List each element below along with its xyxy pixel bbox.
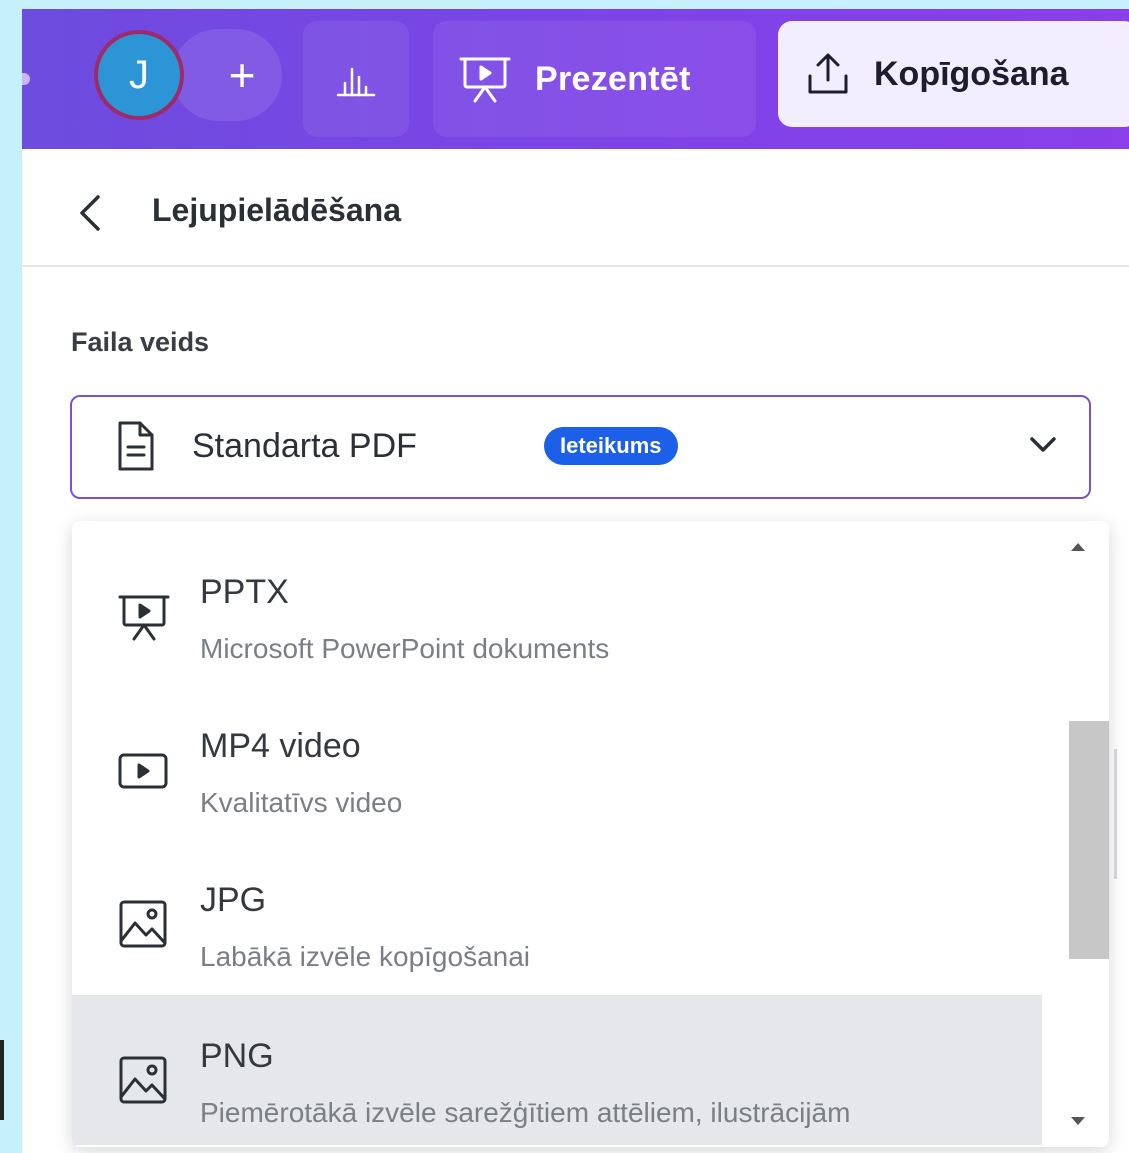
option-title: JPG — [200, 881, 267, 919]
image-icon — [119, 900, 167, 948]
option-subtitle: Piemērotākā izvēle sarežģītiem attēliem,… — [200, 1097, 851, 1128]
video-icon — [118, 753, 168, 789]
recommended-badge: Ieteikums — [544, 427, 678, 465]
presentation-icon — [118, 595, 170, 641]
option-title: MP4 video — [200, 727, 361, 765]
option-pptx[interactable]: PPTX Microsoft PowerPoint dokuments — [72, 531, 1042, 681]
add-label: + — [228, 49, 256, 101]
bar-chart-icon — [336, 67, 376, 97]
scroll-up-arrow-icon[interactable] — [1071, 543, 1085, 551]
app-window: + J Prezentēt Kopīgošana Lejupielādēšana… — [22, 9, 1129, 1153]
option-title: PPTX — [200, 573, 289, 611]
panel-title: Lejupielādēšana — [152, 192, 401, 228]
share-button[interactable]: Kopīgošana — [778, 21, 1129, 127]
document-icon — [118, 421, 154, 471]
avatar-initial: J — [129, 52, 149, 97]
option-subtitle: Kvalitatīvs video — [200, 787, 403, 818]
scroll-down-arrow-icon[interactable] — [1071, 1117, 1085, 1125]
share-label: Kopīgošana — [874, 54, 1069, 93]
option-subtitle: Labākā izvēle kopīgošanai — [200, 941, 531, 972]
chevron-left-icon[interactable] — [74, 193, 104, 233]
option-mp4[interactable]: MP4 video Kvalitatīvs video — [72, 685, 1042, 835]
select-value: Standarta PDF — [192, 427, 417, 465]
file-type-label: Faila veids — [71, 327, 210, 357]
top-toolbar: + J Prezentēt Kopīgošana — [22, 9, 1129, 149]
toolbar-edge-indicator — [22, 73, 30, 85]
add-collaborator-button[interactable]: + — [172, 29, 282, 121]
file-type-select[interactable]: Standarta PDF Ieteikums — [70, 395, 1091, 499]
window-edge — [0, 1040, 4, 1120]
upload-icon — [808, 53, 848, 94]
present-label: Prezentēt — [535, 59, 691, 98]
option-title: PNG — [200, 1037, 274, 1075]
option-subtitle: Microsoft PowerPoint dokuments — [200, 633, 610, 664]
scrollbar-thumb[interactable] — [1069, 721, 1109, 959]
file-type-dropdown: PPTX Microsoft PowerPoint dokuments MP4 … — [72, 521, 1109, 1147]
insights-button[interactable] — [303, 21, 409, 137]
panel-edge-divider — [1114, 749, 1117, 879]
presentation-icon — [459, 57, 511, 103]
option-jpg[interactable]: JPG Labākā izvēle kopīgošanai — [72, 839, 1042, 989]
image-icon — [119, 1056, 167, 1104]
chevron-down-icon — [1030, 437, 1056, 452]
option-png[interactable]: PNG Piemērotākā izvēle sarežģītiem attēl… — [72, 995, 1042, 1145]
download-panel-header: Lejupielādēšana — [22, 149, 1129, 267]
dropdown-scrollbar[interactable] — [1049, 521, 1109, 1147]
user-avatar[interactable]: J — [94, 30, 184, 120]
present-button[interactable]: Prezentēt — [433, 21, 756, 137]
